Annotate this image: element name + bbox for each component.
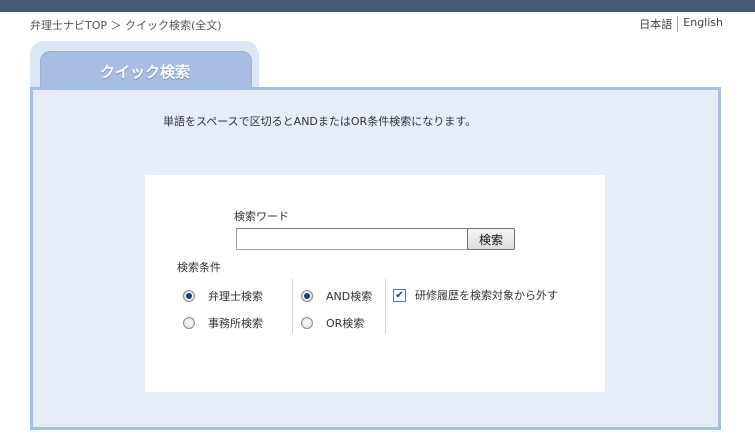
top-bar	[0, 0, 755, 12]
checkbox-label: 研修履歴を検索対象から外す	[415, 289, 558, 302]
search-word-label: 検索ワード	[234, 210, 289, 223]
radio-label: 事務所検索	[208, 317, 263, 330]
checkbox-exclude-training-history[interactable]: ✔ 研修履歴を検索対象から外す	[393, 287, 558, 303]
radio-unselected-icon[interactable]	[301, 317, 313, 329]
radio-unselected-icon[interactable]	[183, 317, 195, 329]
checkbox-checked-icon[interactable]: ✔	[393, 288, 406, 302]
radio-label: AND検索	[326, 290, 373, 303]
radio-selected-icon[interactable]	[183, 290, 195, 302]
search-input[interactable]	[236, 228, 472, 250]
search-conditions-label: 検索条件	[177, 261, 221, 274]
radio-label: 弁理士検索	[208, 290, 263, 303]
option-divider	[385, 279, 386, 334]
option-divider	[292, 279, 293, 334]
lang-english-link[interactable]: English	[678, 16, 728, 32]
radio-office-search[interactable]: 事務所検索	[183, 315, 263, 331]
search-button[interactable]: 検索	[467, 228, 515, 250]
lang-japanese-link[interactable]: 日本語	[634, 16, 677, 32]
language-switcher: 日本語 English	[634, 16, 728, 32]
search-hint: 単語をスペースで区切るとANDまたはOR条件検索になります。	[163, 115, 477, 128]
breadcrumb-home-link[interactable]: 弁理士ナビTOP	[30, 19, 107, 32]
radio-label: OR検索	[326, 317, 365, 330]
search-form-box	[145, 175, 605, 392]
radio-selected-icon[interactable]	[301, 290, 313, 302]
radio-and-search[interactable]: AND検索	[301, 288, 372, 304]
radio-or-search[interactable]: OR検索	[301, 315, 364, 331]
breadcrumb-current: クイック検索(全文)	[125, 19, 222, 32]
breadcrumb-separator: ＞	[110, 19, 122, 32]
tab-label: クイック検索	[99, 63, 190, 81]
radio-patent-attorney-search[interactable]: 弁理士検索	[183, 288, 263, 304]
breadcrumb: 弁理士ナビTOP ＞ クイック検索(全文)	[30, 17, 222, 33]
